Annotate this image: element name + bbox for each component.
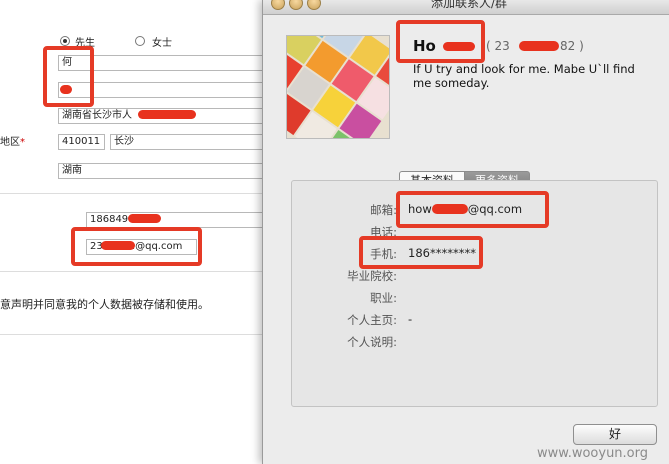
homepage-value: - <box>408 312 413 326</box>
dialog-title: 添加联系人/群 <box>431 0 508 10</box>
region-label: 地区* <box>0 137 25 148</box>
occupation-label: 职业: <box>370 291 397 305</box>
qq-number-start: ( 23 <box>486 39 510 53</box>
radio-male-dot <box>63 39 67 43</box>
school-label: 毕业院校: <box>347 269 397 283</box>
gender-female-label: 女士 <box>152 38 172 49</box>
contact-signature: If U try and look for me. Mabe U`ll find… <box>413 62 635 90</box>
section-divider <box>0 193 262 194</box>
consent-text: 意声明并同意我的个人数据被存储和使用。 <box>0 298 209 311</box>
section-divider <box>0 334 262 335</box>
address-value: 湖南省长沙市人 <box>62 110 132 121</box>
highlight-box <box>396 20 485 63</box>
minimize-window-icon[interactable] <box>289 0 303 10</box>
avatar <box>286 35 390 139</box>
ok-button[interactable]: 好 <box>573 424 657 445</box>
highlight-box <box>359 236 483 269</box>
redaction-mark <box>128 214 161 223</box>
qq-number-end: 82 ) <box>560 39 584 53</box>
province-input[interactable]: 湖南 <box>58 163 268 179</box>
dialog-titlebar: 添加联系人/群 <box>263 0 669 15</box>
watermark: www.wooyun.org <box>537 446 649 461</box>
avatar-image <box>287 36 389 138</box>
redaction-mark <box>138 110 196 119</box>
highlight-box <box>396 191 549 228</box>
homepage-label: 个人主页: <box>347 313 397 327</box>
section-divider <box>0 271 262 272</box>
highlight-box <box>71 227 202 266</box>
highlight-box <box>43 46 94 107</box>
city-input[interactable]: 长沙 <box>110 134 268 150</box>
close-window-icon[interactable] <box>271 0 285 10</box>
radio-female[interactable] <box>135 36 145 46</box>
redaction-mark <box>519 41 559 51</box>
phone-input[interactable]: 186849 <box>86 212 268 228</box>
bio-label: 个人说明: <box>347 335 397 349</box>
postcode-input[interactable]: 410011 <box>58 134 105 150</box>
zoom-window-icon[interactable] <box>307 0 321 10</box>
email-label: 邮箱: <box>370 203 397 217</box>
add-contact-dialog: 添加联系人/群 Ho (23 82) If U try and look f… <box>262 0 669 464</box>
